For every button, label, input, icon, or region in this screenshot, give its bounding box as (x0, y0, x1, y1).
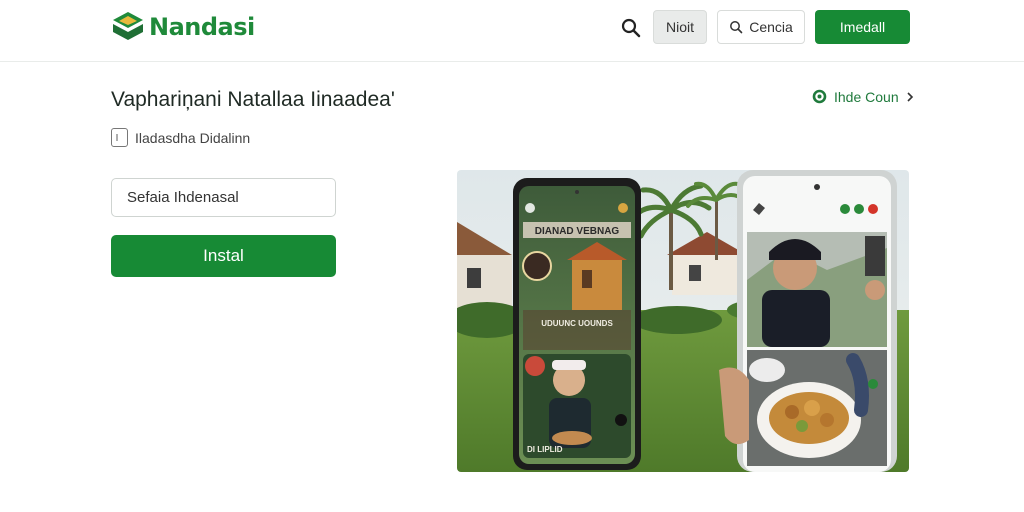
search-icon (730, 21, 743, 34)
top-header: Nandasi Nioit Cencia Imedall (0, 0, 1024, 62)
nioit-button-label: Nioit (665, 19, 694, 35)
nioit-button[interactable]: Nioit (653, 10, 707, 44)
hero-illustration: DIANAD VEBNAG UDUUNC UOUNDS DI LIPLID (457, 170, 909, 472)
imedall-button-label: Imedall (839, 19, 886, 35)
hide-link[interactable]: Ihde Coun (811, 88, 915, 105)
hide-link-label: Ihde Coun (834, 88, 899, 105)
left-phone-banner: DIANAD VEBNAG (535, 226, 620, 237)
nandasi-logo-icon (113, 12, 143, 40)
checkbox-icon[interactable] (111, 128, 128, 147)
search-button[interactable]: Cencia (717, 10, 805, 44)
chevron-right-icon (907, 91, 913, 102)
checkbox-row: Iladasdha Didalinn (111, 128, 250, 147)
check-mark-icon (116, 134, 118, 141)
search-icon[interactable] (620, 17, 642, 39)
checkbox-label: Iladasdha Didalinn (135, 129, 251, 146)
left-phone-caption: UDUUNC UOUNDS (541, 319, 613, 328)
install-button[interactable]: Instal (111, 235, 336, 277)
logo-text: Nandasi (149, 13, 255, 41)
search-button-label: Cencia (749, 19, 793, 35)
left-phone-footer: DI LIPLID (527, 445, 563, 454)
page-title: Vaphariņani Natallaa Iinaadea' (111, 88, 395, 111)
name-input[interactable] (111, 178, 336, 217)
imedall-button[interactable]: Imedall (815, 10, 910, 44)
hero-image: DIANAD VEBNAG UDUUNC UOUNDS DI LIPLID (457, 170, 909, 472)
brand-logo[interactable]: Nandasi (111, 10, 255, 44)
hide-icon (812, 89, 827, 104)
